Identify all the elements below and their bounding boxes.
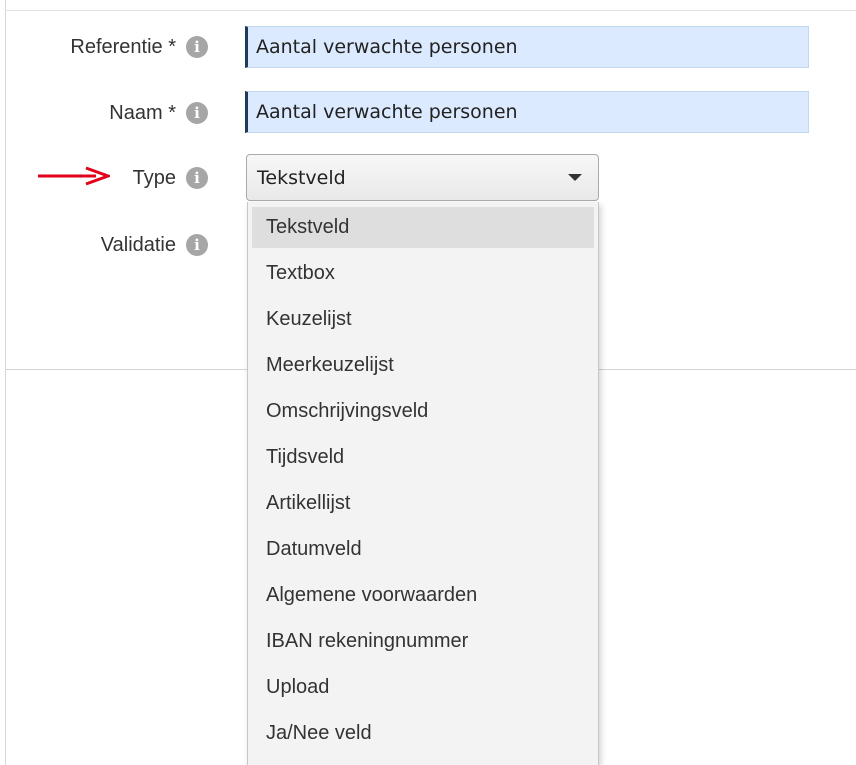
validation-label-text: Validatie bbox=[100, 233, 176, 256]
dropdown-option[interactable]: Tijdsveld bbox=[252, 437, 594, 478]
dropdown-option[interactable]: Upload bbox=[252, 667, 594, 708]
info-icon[interactable]: i bbox=[186, 102, 208, 124]
caret-down-icon bbox=[568, 174, 582, 181]
validation-label: Validatie i bbox=[101, 230, 208, 260]
info-icon[interactable]: i bbox=[186, 36, 208, 58]
type-select-value: Tekstveld bbox=[257, 166, 346, 189]
dropdown-option[interactable]: Datumveld bbox=[252, 529, 594, 570]
dropdown-option[interactable]: Keuzelijst bbox=[252, 299, 594, 340]
name-label-text: Naam * bbox=[109, 101, 176, 124]
panel-left-border bbox=[5, 0, 6, 765]
type-dropdown-list: Tekstveld Textbox Keuzelijst Meerkeuzeli… bbox=[247, 202, 599, 765]
dropdown-option[interactable]: Ja/Nee veld bbox=[252, 713, 594, 754]
red-arrow-icon bbox=[38, 166, 110, 186]
reference-label-text: Referentie * bbox=[70, 35, 176, 58]
reference-label: Referentie * i bbox=[70, 32, 208, 62]
panel-top-border bbox=[5, 10, 856, 11]
reference-input[interactable] bbox=[245, 26, 809, 68]
dropdown-option[interactable]: Meerkeuzelijst bbox=[252, 345, 594, 386]
form-panel: Referentie * i Naam * i Type i Tekstveld… bbox=[0, 0, 856, 765]
dropdown-option[interactable]: Artikellijst bbox=[252, 483, 594, 524]
dropdown-option[interactable]: Tekstveld bbox=[252, 207, 594, 248]
dropdown-option[interactable]: IBAN rekeningnummer bbox=[252, 621, 594, 662]
dropdown-option[interactable]: Omschrijvingsveld bbox=[252, 391, 594, 432]
dropdown-option[interactable]: Algemene voorwaarden bbox=[252, 575, 594, 616]
info-icon[interactable]: i bbox=[186, 234, 208, 256]
dropdown-option[interactable]: Textbox bbox=[252, 253, 594, 294]
type-select[interactable]: Tekstveld bbox=[246, 154, 599, 201]
type-label-text: Type bbox=[132, 166, 176, 189]
name-input[interactable] bbox=[245, 91, 809, 133]
name-label: Naam * i bbox=[109, 98, 208, 128]
type-label: Type i bbox=[133, 163, 208, 193]
info-icon[interactable]: i bbox=[186, 167, 208, 189]
